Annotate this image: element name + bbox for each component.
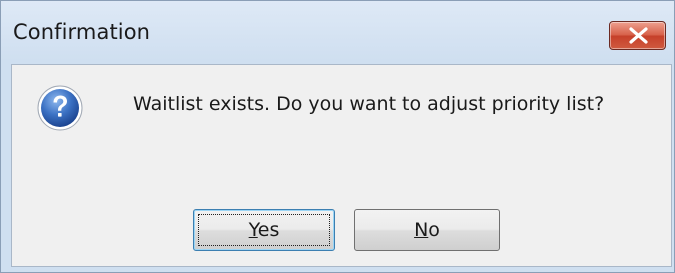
yes-label-rest: es [257,219,280,241]
dialog-body: Waitlist exists. Do you want to adjust p… [11,64,672,267]
no-label-rest: o [428,219,440,241]
close-icon [629,27,648,44]
no-button-label: No [414,219,440,241]
confirmation-dialog: Confirmation Waitlist exists. Do you wan… [0,0,675,273]
dialog-message: Waitlist exists. Do you want to adjust p… [133,93,605,115]
close-button[interactable] [609,21,666,50]
title-bar[interactable]: Confirmation [1,1,674,64]
no-button[interactable]: No [354,209,500,251]
dialog-title: Confirmation [13,20,151,44]
no-mnemonic: N [414,219,429,241]
yes-button[interactable]: Yes [193,209,335,251]
yes-mnemonic: Y [248,219,258,241]
yes-button-label: Yes [249,219,280,241]
question-icon [37,85,83,131]
